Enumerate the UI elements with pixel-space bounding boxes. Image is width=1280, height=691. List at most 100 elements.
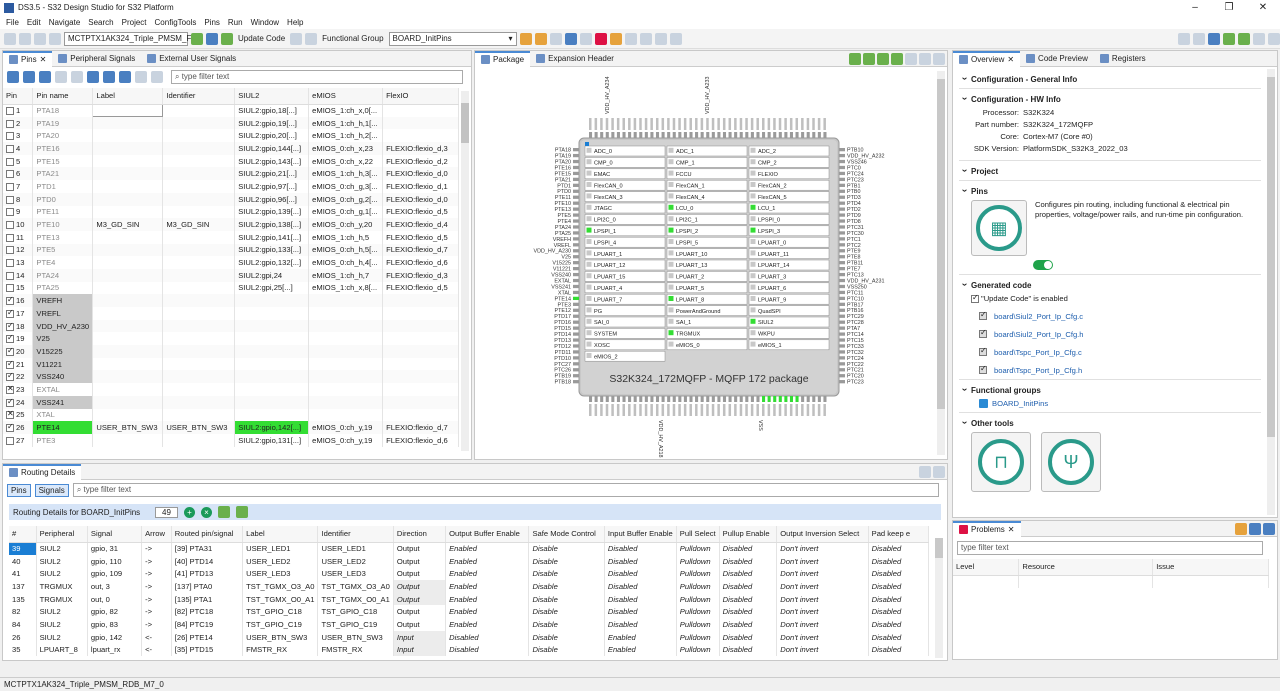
routing-pin[interactable]: [35] PTD15: [171, 643, 244, 657]
filter-icon[interactable]: [71, 71, 83, 83]
top-pin-lead[interactable]: [778, 132, 782, 138]
pin-checkbox[interactable]: [6, 371, 14, 382]
flip-icon[interactable]: [919, 52, 931, 65]
pin-emios[interactable]: [308, 357, 384, 371]
pins-table-row[interactable]: 6 PTA21 SIUL2:gpio,21[...] eMIOS_1:ch_h,3[.…: [3, 167, 459, 181]
bottom-pin-lead[interactable]: [628, 396, 632, 402]
pin-flexio[interactable]: FLEXIO:flexio_d,3: [382, 142, 459, 155]
routing-label[interactable]: TST_TGMX_O3_A0: [242, 580, 319, 593]
search-icon[interactable]: [1178, 32, 1190, 45]
routing-col-header[interactable]: Output Inversion Select: [776, 526, 869, 543]
peripherals-perspective-icon[interactable]: [1238, 32, 1250, 45]
pins-perspective-icon[interactable]: [1208, 32, 1220, 45]
pins-table-row[interactable]: 20 V15225: [3, 345, 459, 358]
top-pin-lead[interactable]: [717, 132, 721, 138]
routing-input-buffer[interactable]: Disabled: [604, 554, 677, 568]
routing-label[interactable]: USER_BTN_SW3: [242, 630, 319, 644]
menu-help[interactable]: Help: [283, 18, 307, 27]
pin-emios[interactable]: [308, 383, 384, 396]
routing-label[interactable]: TST_GPIO_C18: [242, 605, 319, 619]
pin-siul2[interactable]: SIUL2:gpio,142[...]: [234, 421, 310, 434]
routing-pad-keep[interactable]: Disabled: [868, 618, 929, 631]
right-pin-lead[interactable]: [839, 249, 845, 253]
right-pin-lead[interactable]: [839, 272, 845, 277]
routing-direction[interactable]: Input: [393, 630, 447, 644]
bottom-pin-lead[interactable]: [801, 396, 805, 402]
pin-identifier[interactable]: [162, 142, 236, 155]
pin-flexio[interactable]: [382, 332, 459, 346]
routing-pad-keep[interactable]: Disabled: [868, 630, 929, 644]
bottom-pin-lead[interactable]: [655, 396, 660, 402]
other-tools-section[interactable]: Other tools: [959, 412, 1261, 432]
right-pin-lead[interactable]: [839, 308, 845, 312]
pin-emios[interactable]: eMIOS_0:ch_g,1[...: [308, 205, 384, 219]
routing-direction[interactable]: Output: [393, 618, 447, 631]
top-pin-lead[interactable]: [594, 132, 598, 138]
pins-col-header[interactable]: Label: [92, 88, 164, 105]
pins-table-row[interactable]: 5 PTE15 SIUL2:gpio,143[...] eMIOS_0:ch_x,22…: [3, 154, 459, 168]
pin-identifier[interactable]: [162, 205, 236, 219]
top-pin-lead[interactable]: [628, 132, 632, 138]
pin-flexio[interactable]: FLEXIO:flexio_d,6: [382, 256, 459, 269]
routing-pin[interactable]: [135] PTA1: [171, 592, 244, 606]
pin-flexio[interactable]: [382, 408, 459, 422]
pins-table-row[interactable]: 4 PTE16 SIUL2:gpio,144[...] eMIOS_0:ch_x,23…: [3, 142, 459, 155]
tab-overview[interactable]: Overview ✕: [953, 51, 1021, 67]
routing-label[interactable]: TST_GPIO_C19: [242, 618, 319, 631]
redo-icon[interactable]: [534, 32, 547, 45]
right-pin-lead[interactable]: [839, 278, 845, 283]
pin-identifier[interactable]: [162, 268, 236, 282]
left-pin-lead[interactable]: [573, 249, 579, 253]
left-pin-lead[interactable]: [573, 338, 579, 342]
routing-table-row[interactable]: 26 SIUL2 gpio, 142 <- [26] PTE14 USER_BTN_SW3…: [9, 630, 929, 644]
routing-input-buffer[interactable]: Enabled: [604, 630, 677, 644]
top-pin-lead[interactable]: [650, 132, 654, 138]
routing-input-buffer[interactable]: Disabled: [604, 592, 677, 606]
routing-safe-mode[interactable]: Disable: [528, 554, 605, 568]
pin-identifier[interactable]: [162, 192, 236, 206]
pin-siul2[interactable]: SIUL2:gpio,133[...]: [234, 243, 310, 257]
close-icon[interactable]: ✕: [1008, 522, 1015, 538]
left-pin-lead[interactable]: [573, 237, 579, 241]
right-pin-lead[interactable]: [839, 165, 845, 170]
left-pin-lead[interactable]: [573, 261, 579, 265]
left-pin-lead[interactable]: [573, 278, 579, 283]
pin-identifier[interactable]: [162, 294, 236, 307]
zoom-fit-icon[interactable]: [877, 52, 889, 65]
routing-pin[interactable]: [84] PTC19: [171, 618, 244, 631]
bottom-pin-lead[interactable]: [644, 396, 648, 402]
pins-table-row[interactable]: 2 PTA19 SIUL2:gpio,19[...] eMIOS_1:ch_h,1[.…: [3, 116, 459, 130]
top-pin-lead[interactable]: [773, 132, 777, 138]
functional-groups-section[interactable]: Functional groups: [959, 379, 1261, 399]
pin-checkbox[interactable]: [6, 246, 14, 255]
routing-col-header[interactable]: Identifier: [317, 526, 394, 543]
pin-siul2[interactable]: [234, 383, 310, 396]
left-pin-lead[interactable]: [573, 225, 579, 229]
top-pin-lead[interactable]: [767, 132, 771, 138]
pin-label[interactable]: [92, 268, 164, 282]
menu-configtools[interactable]: ConfigTools: [151, 18, 201, 27]
routing-table-row[interactable]: 35 LPUART_8 lpuart_rx <- [35] PTD15 FMSTR_RX F…: [9, 643, 929, 657]
pin-label[interactable]: [92, 433, 164, 447]
routing-pad-keep[interactable]: Disabled: [868, 592, 929, 606]
pin-label[interactable]: [92, 370, 164, 384]
generated-file-item[interactable]: board\Tspc_Port_Ip_Cfg.c: [979, 343, 1261, 361]
top-pin-lead[interactable]: [700, 132, 704, 138]
routing-label[interactable]: USER_LED3: [242, 567, 319, 581]
view-menu-icon[interactable]: [933, 52, 945, 65]
file-checkbox[interactable]: [979, 310, 987, 320]
bottom-pin-lead[interactable]: [722, 396, 727, 402]
pin-checkbox[interactable]: [6, 422, 14, 433]
routing-col-header[interactable]: Pull Select: [676, 526, 720, 543]
pins-table-row[interactable]: 3 PTA20 SIUL2:gpio,20[...] eMIOS_1:ch_h,2[.…: [3, 129, 459, 143]
bottom-pin-lead[interactable]: [734, 396, 738, 402]
pin-flexio[interactable]: [382, 104, 459, 117]
top-pin-lead[interactable]: [806, 132, 810, 138]
pin-checkbox[interactable]: [6, 144, 14, 153]
tab-peripheral-signals[interactable]: Peripheral Signals: [52, 51, 141, 67]
pin-label[interactable]: [92, 154, 164, 168]
left-pin-lead[interactable]: [573, 290, 579, 295]
right-pin-lead[interactable]: [839, 177, 845, 182]
pin-emios[interactable]: eMIOS_1:ch_h,1[...: [308, 116, 384, 130]
pins-table-row[interactable]: 15 PTA25 SIUL2:gpi,25[...] eMIOS_1:ch_x,8[.…: [3, 281, 459, 295]
